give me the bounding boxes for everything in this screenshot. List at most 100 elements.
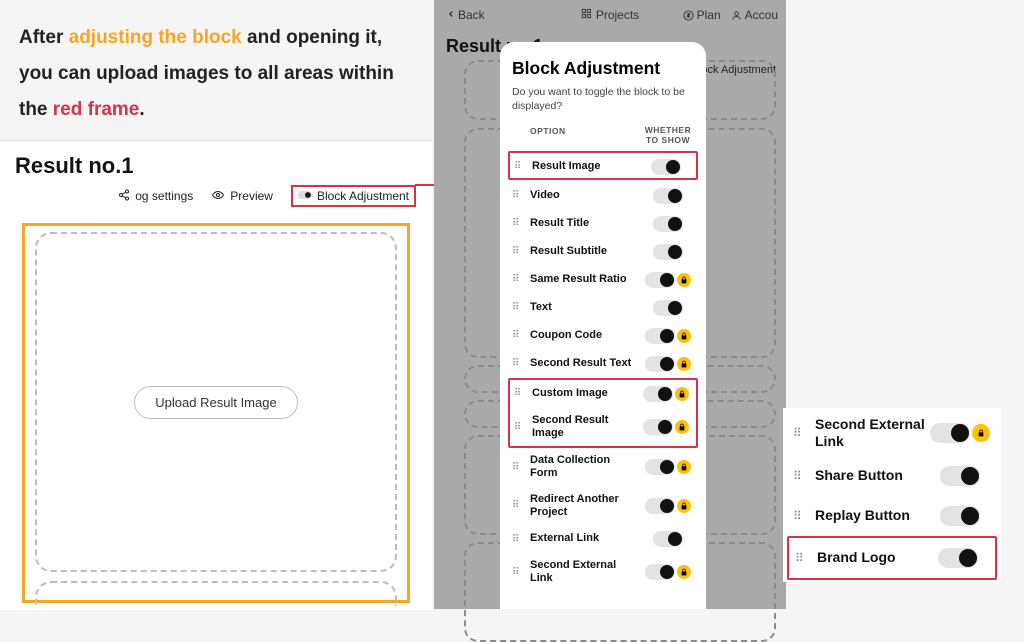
lock-icon: [675, 420, 689, 434]
editor-title: Result no.1: [0, 141, 432, 185]
modal-subtitle: Do you want to toggle the block to be di…: [512, 85, 694, 113]
show-toggle[interactable]: [645, 328, 675, 344]
drag-handle-icon[interactable]: ⠿: [512, 190, 530, 201]
orange-frame: Upload Result Image: [22, 223, 410, 603]
modal-option-list: ⠿Result Image⠿Video⠿Result Title⠿Result …: [512, 151, 694, 592]
option-row: ⠿Data Collection Form: [512, 448, 694, 486]
plan-label: Plan: [697, 8, 721, 22]
preview-button[interactable]: Preview: [211, 189, 273, 204]
lock-icon: [677, 357, 691, 371]
show-toggle[interactable]: [653, 188, 683, 204]
drag-handle-icon[interactable]: ⠿: [512, 218, 530, 229]
secondary-dropzone: [35, 581, 397, 606]
drag-handle-icon[interactable]: ⠿: [512, 246, 530, 257]
drag-handle-icon[interactable]: ⠿: [514, 422, 532, 433]
block-adjustment-modal: Block Adjustment Do you want to toggle t…: [500, 42, 706, 609]
show-toggle[interactable]: [645, 459, 675, 475]
back-label: Back: [458, 8, 485, 22]
show-toggle[interactable]: [645, 564, 675, 580]
option-label: Result Image: [532, 160, 640, 173]
show-toggle[interactable]: [643, 419, 673, 435]
drag-handle-icon[interactable]: ⠿: [795, 551, 817, 565]
show-toggle[interactable]: [930, 423, 970, 443]
drag-handle-icon[interactable]: ⠿: [512, 462, 530, 473]
upload-dropzone[interactable]: Upload Result Image: [35, 232, 397, 572]
option-row: ⠿Replay Button: [793, 496, 991, 536]
show-toggle[interactable]: [645, 498, 675, 514]
drag-handle-icon[interactable]: ⠿: [512, 534, 530, 545]
modal-title: Block Adjustment: [512, 58, 694, 79]
drag-handle-icon[interactable]: ⠿: [514, 388, 532, 399]
account-label: Accou: [745, 8, 778, 22]
option-label: Same Result Ratio: [530, 273, 642, 286]
red-highlight-box: ⠿Custom Image⠿Second Result Image: [508, 378, 698, 448]
show-toggle[interactable]: [938, 548, 978, 568]
instruction-text: After adjusting the block and opening it…: [19, 20, 419, 128]
editor-panel: Result no.1 og settings Preview Block Ad…: [0, 140, 432, 610]
share-icon: [118, 189, 130, 204]
show-toggle[interactable]: [645, 272, 675, 288]
option-row: ⠿Share Button: [793, 456, 991, 496]
show-column-header: WHETHER TO SHOW: [642, 126, 694, 146]
show-toggle[interactable]: [643, 386, 673, 402]
option-row: ⠿Coupon Code: [512, 322, 694, 350]
drag-handle-icon[interactable]: ⠿: [514, 161, 532, 172]
phone-header: Back Projects Plan Accou: [434, 0, 786, 30]
user-icon: [731, 10, 742, 21]
option-label: Brand Logo: [817, 549, 927, 566]
highlight-adjusting: adjusting the block: [69, 27, 242, 48]
option-row: ⠿Custom Image: [514, 380, 692, 408]
chevron-left-icon: [446, 8, 456, 22]
projects-nav[interactable]: Projects: [581, 8, 639, 22]
red-highlight-box: ⠿Brand Logo: [787, 536, 997, 580]
lock-icon: [677, 460, 691, 474]
upload-image-button[interactable]: Upload Result Image: [134, 386, 297, 419]
option-label: Share Button: [815, 467, 929, 484]
option-label: Second Result Image: [532, 414, 640, 440]
toggle-icon: [298, 189, 312, 203]
show-toggle[interactable]: [645, 356, 675, 372]
og-settings-button[interactable]: og settings: [118, 189, 193, 204]
option-column-header: OPTION: [530, 126, 642, 146]
drag-handle-icon[interactable]: ⠿: [793, 469, 815, 483]
show-toggle[interactable]: [651, 159, 681, 175]
option-row: ⠿Result Title: [512, 210, 694, 238]
option-row: ⠿Redirect Another Project: [512, 487, 694, 525]
option-label: Text: [530, 301, 642, 314]
drag-handle-icon[interactable]: ⠿: [512, 302, 530, 313]
eye-icon: [211, 189, 225, 204]
show-toggle[interactable]: [653, 531, 683, 547]
grid-icon: [581, 8, 592, 22]
option-row: ⠿Text: [512, 294, 694, 322]
plan-nav[interactable]: Plan: [683, 8, 721, 22]
drag-handle-icon[interactable]: ⠿: [512, 330, 530, 341]
block-adjustment-button[interactable]: Block Adjustment: [291, 185, 416, 207]
drag-handle-icon[interactable]: ⠿: [512, 567, 530, 578]
drag-handle-icon[interactable]: ⠿: [512, 500, 530, 511]
drag-handle-icon[interactable]: ⠿: [512, 358, 530, 369]
drag-handle-icon[interactable]: ⠿: [793, 509, 815, 523]
projects-label: Projects: [596, 8, 639, 22]
show-toggle[interactable]: [940, 466, 980, 486]
lock-icon: [677, 273, 691, 287]
show-toggle[interactable]: [653, 216, 683, 232]
option-label: Result Subtitle: [530, 245, 642, 258]
lock-icon: [677, 329, 691, 343]
back-button[interactable]: Back: [446, 8, 485, 22]
option-row: ⠿Second Result Text: [512, 350, 694, 378]
lock-icon: [972, 424, 990, 442]
show-toggle[interactable]: [653, 300, 683, 316]
account-nav[interactable]: Accou: [731, 8, 778, 22]
show-toggle[interactable]: [940, 506, 980, 526]
option-row: ⠿Same Result Ratio: [512, 266, 694, 294]
drag-handle-icon[interactable]: ⠿: [793, 426, 815, 440]
option-label: Data Collection Form: [530, 454, 642, 480]
option-label: Result Title: [530, 217, 642, 230]
option-row: ⠿Result Image: [514, 153, 692, 181]
show-toggle[interactable]: [653, 244, 683, 260]
block-adjustment-label: Block Adjustment: [317, 189, 409, 203]
option-row: ⠿Result Subtitle: [512, 238, 694, 266]
lock-icon: [677, 565, 691, 579]
drag-handle-icon[interactable]: ⠿: [512, 274, 530, 285]
option-label: Second Result Text: [530, 357, 642, 370]
